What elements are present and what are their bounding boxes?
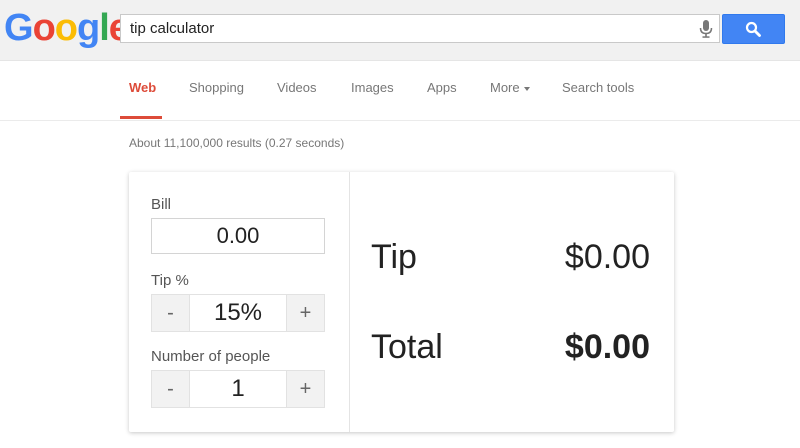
- tab-images[interactable]: Images: [351, 80, 394, 95]
- logo-letter: l: [99, 7, 110, 49]
- search-header: Google: [0, 0, 800, 61]
- tab-apps[interactable]: Apps: [427, 80, 457, 95]
- tip-label: Tip: [371, 238, 417, 276]
- total-label: Total: [371, 328, 443, 366]
- caret-down-icon: [523, 86, 530, 91]
- search-input[interactable]: [121, 15, 691, 42]
- tip-calculator-card: Bill Tip % - 15% + Number of people - 1 …: [129, 172, 674, 432]
- tab-web[interactable]: Web: [129, 80, 156, 95]
- people-decrease-button[interactable]: -: [152, 371, 190, 407]
- logo-letter: o: [54, 7, 78, 49]
- calculator-inputs: Bill Tip % - 15% + Number of people - 1 …: [129, 172, 350, 432]
- tip-percent-increase-button[interactable]: +: [286, 295, 324, 331]
- logo-letter: G: [4, 7, 34, 49]
- tip-percent-decrease-button[interactable]: -: [152, 295, 190, 331]
- search-button[interactable]: [722, 14, 785, 44]
- people-value[interactable]: 1: [190, 371, 286, 407]
- tip-percent-label: Tip %: [151, 272, 189, 289]
- bill-input[interactable]: [151, 218, 325, 254]
- result-stats: About 11,100,000 results (0.27 seconds): [129, 136, 345, 150]
- people-stepper: - 1 +: [151, 370, 325, 408]
- bill-label: Bill: [151, 196, 172, 213]
- people-label: Number of people: [151, 348, 271, 365]
- tab-more-label: More: [490, 80, 520, 95]
- tab-videos[interactable]: Videos: [277, 80, 317, 95]
- tip-amount: $0.00: [564, 238, 650, 276]
- active-tab-underline: [120, 116, 162, 119]
- magnifier-icon: [745, 21, 761, 37]
- search-nav: Web Shopping Videos Images Apps More Sea…: [0, 60, 800, 121]
- total-amount: $0.00: [564, 328, 650, 366]
- tab-shopping[interactable]: Shopping: [189, 80, 244, 95]
- search-box: [120, 14, 720, 43]
- tip-percent-value[interactable]: 15%: [190, 295, 286, 331]
- tip-percent-stepper: - 15% +: [151, 294, 325, 332]
- tab-search-tools[interactable]: Search tools: [562, 80, 634, 95]
- tab-more[interactable]: More: [490, 80, 530, 95]
- logo-letter: g: [77, 7, 100, 49]
- microphone-icon[interactable]: [699, 20, 713, 38]
- logo-letter: o: [32, 7, 56, 49]
- google-logo[interactable]: Google: [4, 6, 130, 50]
- people-increase-button[interactable]: +: [286, 371, 324, 407]
